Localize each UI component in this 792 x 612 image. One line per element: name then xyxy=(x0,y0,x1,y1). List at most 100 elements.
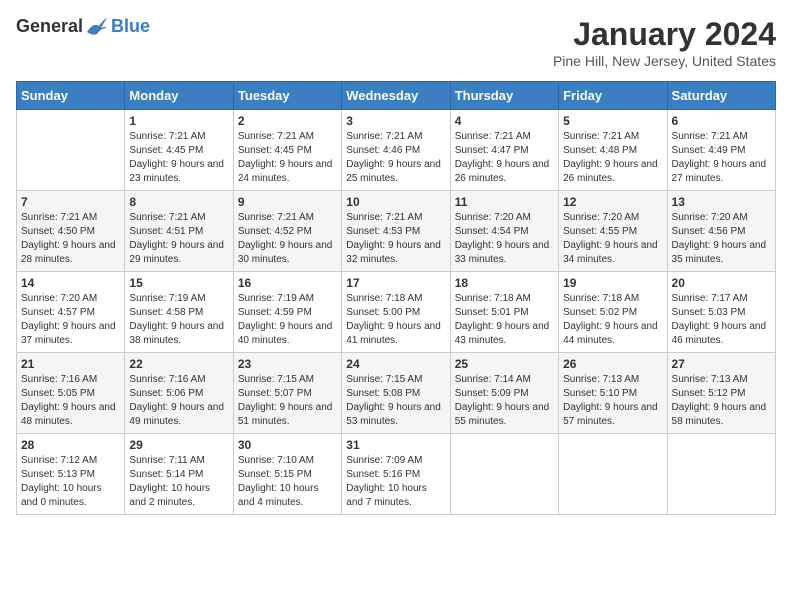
day-number: 3 xyxy=(346,114,445,128)
day-number: 23 xyxy=(238,357,337,371)
calendar-cell: 31 Sunrise: 7:09 AMSunset: 5:16 PMDayligh… xyxy=(342,434,450,515)
calendar-cell: 2 Sunrise: 7:21 AMSunset: 4:45 PMDaylight… xyxy=(233,110,341,191)
calendar-cell: 7 Sunrise: 7:21 AMSunset: 4:50 PMDaylight… xyxy=(17,191,125,272)
day-number: 4 xyxy=(455,114,554,128)
day-number: 6 xyxy=(672,114,771,128)
day-number: 19 xyxy=(563,276,662,290)
day-number: 20 xyxy=(672,276,771,290)
calendar-cell: 17 Sunrise: 7:18 AMSunset: 5:00 PMDayligh… xyxy=(342,272,450,353)
day-info: Sunrise: 7:16 AMSunset: 5:05 PMDaylight:… xyxy=(21,373,120,429)
day-info: Sunrise: 7:13 AMSunset: 5:10 PMDaylight:… xyxy=(563,373,662,429)
day-info: Sunrise: 7:18 AMSunset: 5:00 PMDaylight:… xyxy=(346,292,445,348)
day-info: Sunrise: 7:21 AMSunset: 4:45 PMDaylight:… xyxy=(129,130,228,186)
calendar-cell: 3 Sunrise: 7:21 AMSunset: 4:46 PMDaylight… xyxy=(342,110,450,191)
day-number: 25 xyxy=(455,357,554,371)
calendar-cell xyxy=(17,110,125,191)
calendar-cell: 27 Sunrise: 7:13 AMSunset: 5:12 PMDayligh… xyxy=(667,353,775,434)
logo-general: General xyxy=(16,16,83,37)
day-info: Sunrise: 7:21 AMSunset: 4:46 PMDaylight:… xyxy=(346,130,445,186)
day-info: Sunrise: 7:21 AMSunset: 4:50 PMDaylight:… xyxy=(21,211,120,267)
day-number: 1 xyxy=(129,114,228,128)
day-header-sunday: Sunday xyxy=(17,82,125,110)
logo: General Blue xyxy=(16,16,150,37)
day-number: 26 xyxy=(563,357,662,371)
day-number: 5 xyxy=(563,114,662,128)
day-header-wednesday: Wednesday xyxy=(342,82,450,110)
day-number: 8 xyxy=(129,195,228,209)
calendar-cell: 8 Sunrise: 7:21 AMSunset: 4:51 PMDaylight… xyxy=(125,191,233,272)
calendar-cell: 15Sunrise: 7:19 AMSunset: 4:58 PMDayligh… xyxy=(125,272,233,353)
day-number: 30 xyxy=(238,438,337,452)
day-info: Sunrise: 7:21 AMSunset: 4:45 PMDaylight:… xyxy=(238,130,337,186)
day-number: 15 xyxy=(129,276,228,290)
day-header-monday: Monday xyxy=(125,82,233,110)
calendar-cell: 26 Sunrise: 7:13 AMSunset: 5:10 PMDayligh… xyxy=(559,353,667,434)
day-info: Sunrise: 7:13 AMSunset: 5:12 PMDaylight:… xyxy=(672,373,771,429)
day-info: Sunrise: 7:11 AMSunset: 5:14 PMDaylight:… xyxy=(129,454,228,510)
calendar-cell: 24 Sunrise: 7:15 AMSunset: 5:08 PMDayligh… xyxy=(342,353,450,434)
day-info: Sunrise: 7:21 AMSunset: 4:47 PMDaylight:… xyxy=(455,130,554,186)
day-header-tuesday: Tuesday xyxy=(233,82,341,110)
day-info: Sunrise: 7:18 AMSunset: 5:02 PMDaylight:… xyxy=(563,292,662,348)
calendar-cell: 14Sunrise: 7:20 AMSunset: 4:57 PMDayligh… xyxy=(17,272,125,353)
calendar-cell xyxy=(450,434,558,515)
day-number: 2 xyxy=(238,114,337,128)
day-info: Sunrise: 7:17 AMSunset: 5:03 PMDaylight:… xyxy=(672,292,771,348)
calendar-cell: 6 Sunrise: 7:21 AMSunset: 4:49 PMDaylight… xyxy=(667,110,775,191)
calendar-cell: 5 Sunrise: 7:21 AMSunset: 4:48 PMDaylight… xyxy=(559,110,667,191)
day-number: 29 xyxy=(129,438,228,452)
day-number: 11 xyxy=(455,195,554,209)
calendar-cell: 22 Sunrise: 7:16 AMSunset: 5:06 PMDayligh… xyxy=(125,353,233,434)
calendar-cell: 28 Sunrise: 7:12 AMSunset: 5:13 PMDayligh… xyxy=(17,434,125,515)
day-number: 16 xyxy=(238,276,337,290)
day-number: 31 xyxy=(346,438,445,452)
day-number: 27 xyxy=(672,357,771,371)
day-info: Sunrise: 7:21 AMSunset: 4:52 PMDaylight:… xyxy=(238,211,337,267)
day-number: 22 xyxy=(129,357,228,371)
day-number: 10 xyxy=(346,195,445,209)
calendar-cell: 19 Sunrise: 7:18 AMSunset: 5:02 PMDayligh… xyxy=(559,272,667,353)
logo-bird-icon xyxy=(85,18,107,36)
day-info: Sunrise: 7:20 AMSunset: 4:55 PMDaylight:… xyxy=(563,211,662,267)
day-info: Sunrise: 7:15 AMSunset: 5:08 PMDaylight:… xyxy=(346,373,445,429)
day-header-friday: Friday xyxy=(559,82,667,110)
calendar-cell: 21 Sunrise: 7:16 AMSunset: 5:05 PMDayligh… xyxy=(17,353,125,434)
day-number: 17 xyxy=(346,276,445,290)
day-info: Sunrise: 7:19 AMSunset: 4:59 PMDaylight:… xyxy=(238,292,337,348)
day-number: 21 xyxy=(21,357,120,371)
day-info: Sunrise: 7:21 AMSunset: 4:49 PMDaylight:… xyxy=(672,130,771,186)
location-title: Pine Hill, New Jersey, United States xyxy=(553,53,776,69)
calendar-cell: 11 Sunrise: 7:20 AMSunset: 4:54 PMDayligh… xyxy=(450,191,558,272)
title-section: January 2024 Pine Hill, New Jersey, Unit… xyxy=(553,16,776,69)
calendar-cell: 12 Sunrise: 7:20 AMSunset: 4:55 PMDayligh… xyxy=(559,191,667,272)
calendar-cell xyxy=(667,434,775,515)
day-info: Sunrise: 7:21 AMSunset: 4:48 PMDaylight:… xyxy=(563,130,662,186)
day-info: Sunrise: 7:16 AMSunset: 5:06 PMDaylight:… xyxy=(129,373,228,429)
calendar-table: SundayMondayTuesdayWednesdayThursdayFrid… xyxy=(16,81,776,515)
calendar-cell: 20 Sunrise: 7:17 AMSunset: 5:03 PMDayligh… xyxy=(667,272,775,353)
calendar-cell: 9 Sunrise: 7:21 AMSunset: 4:52 PMDaylight… xyxy=(233,191,341,272)
calendar-cell: 25Sunrise: 7:14 AMSunset: 5:09 PMDayligh… xyxy=(450,353,558,434)
day-info: Sunrise: 7:20 AMSunset: 4:56 PMDaylight:… xyxy=(672,211,771,267)
day-header-thursday: Thursday xyxy=(450,82,558,110)
calendar-cell: 1 Sunrise: 7:21 AMSunset: 4:45 PMDaylight… xyxy=(125,110,233,191)
calendar-cell: 30Sunrise: 7:10 AMSunset: 5:15 PMDayligh… xyxy=(233,434,341,515)
day-number: 28 xyxy=(21,438,120,452)
day-number: 7 xyxy=(21,195,120,209)
day-number: 12 xyxy=(563,195,662,209)
calendar-cell: 16 Sunrise: 7:19 AMSunset: 4:59 PMDayligh… xyxy=(233,272,341,353)
month-title: January 2024 xyxy=(553,16,776,53)
day-info: Sunrise: 7:12 AMSunset: 5:13 PMDaylight:… xyxy=(21,454,120,510)
day-info: Sunrise: 7:21 AMSunset: 4:51 PMDaylight:… xyxy=(129,211,228,267)
day-number: 24 xyxy=(346,357,445,371)
day-number: 9 xyxy=(238,195,337,209)
day-number: 18 xyxy=(455,276,554,290)
day-info: Sunrise: 7:20 AMSunset: 4:57 PMDaylight:… xyxy=(21,292,120,348)
day-info: Sunrise: 7:09 AMSunset: 5:16 PMDaylight:… xyxy=(346,454,445,510)
calendar-cell: 23Sunrise: 7:15 AMSunset: 5:07 PMDayligh… xyxy=(233,353,341,434)
day-number: 13 xyxy=(672,195,771,209)
day-header-saturday: Saturday xyxy=(667,82,775,110)
day-info: Sunrise: 7:21 AMSunset: 4:53 PMDaylight:… xyxy=(346,211,445,267)
day-info: Sunrise: 7:20 AMSunset: 4:54 PMDaylight:… xyxy=(455,211,554,267)
calendar-cell: 13 Sunrise: 7:20 AMSunset: 4:56 PMDayligh… xyxy=(667,191,775,272)
